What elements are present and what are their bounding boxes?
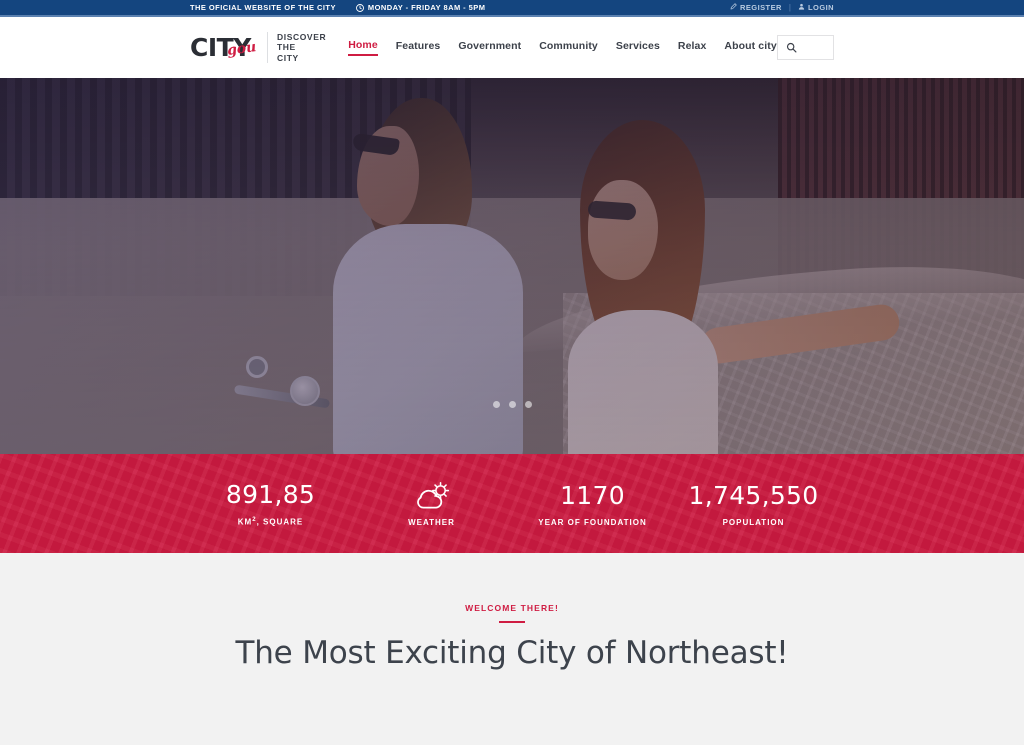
stat-area-label: KM2, SQUARE bbox=[237, 517, 304, 527]
main-navigation: Home Features Government Community Servi… bbox=[348, 39, 777, 56]
top-utility-bar: THE OFICIAL WEBSITE OF THE CITY MONDAY -… bbox=[0, 0, 1024, 17]
nav-item-home[interactable]: Home bbox=[348, 39, 378, 56]
top-bar-inner: THE OFICIAL WEBSITE OF THE CITY MONDAY -… bbox=[0, 0, 1024, 15]
register-link[interactable]: REGISTER bbox=[730, 3, 782, 12]
logo-tagline-line-3: CITY bbox=[277, 52, 299, 63]
top-bar-right-group: REGISTER | LOGIN bbox=[730, 3, 834, 12]
stat-area-value: 891,85 bbox=[225, 480, 316, 510]
logo-script-text: gou bbox=[226, 39, 258, 59]
logo-tagline-line-2: THE bbox=[277, 42, 296, 53]
hero-image bbox=[0, 78, 1024, 454]
nav-item-about-city[interactable]: About city bbox=[724, 40, 776, 55]
stat-population-label: POPULATION bbox=[722, 517, 785, 527]
top-bar-left-group: THE OFICIAL WEBSITE OF THE CITY MONDAY -… bbox=[190, 3, 485, 12]
search-box[interactable] bbox=[776, 35, 834, 60]
official-site-text: THE OFICIAL WEBSITE OF THE CITY bbox=[190, 3, 336, 12]
logo-tagline-line-1: DISCOVER bbox=[277, 31, 327, 42]
logo-mark: CITY gou bbox=[190, 34, 258, 61]
city-stats-band: 891,85 KM2, SQUARE WEATHER 1170 YEAR OF … bbox=[0, 454, 1024, 553]
topbar-separator: | bbox=[788, 3, 791, 12]
weather-cloud-sun-icon bbox=[351, 481, 512, 511]
welcome-divider bbox=[499, 621, 525, 623]
stat-foundation-year-value: 1170 bbox=[560, 480, 625, 510]
hero-overlay-gradient bbox=[0, 78, 1024, 454]
hero-slider-dot-3[interactable] bbox=[524, 401, 532, 408]
stat-weather: WEATHER bbox=[351, 481, 512, 527]
site-logo[interactable]: CITY gou DISCOVER THE CITY bbox=[190, 31, 327, 64]
search-icon[interactable] bbox=[786, 42, 797, 53]
clock-icon bbox=[355, 3, 364, 12]
site-header: CITY gou DISCOVER THE CITY Home Features… bbox=[0, 17, 1024, 78]
stat-area: 891,85 KM2, SQUARE bbox=[190, 480, 351, 527]
user-icon bbox=[798, 3, 805, 12]
nav-item-services[interactable]: Services bbox=[616, 40, 660, 55]
login-label: LOGIN bbox=[808, 3, 834, 12]
nav-item-relax[interactable]: Relax bbox=[678, 40, 707, 55]
hero-slider-dot-2[interactable] bbox=[508, 401, 516, 408]
hero-slider-dots bbox=[0, 401, 1024, 408]
office-hours-text: MONDAY - FRIDAY 8AM - 5PM bbox=[367, 3, 486, 12]
hero-slider-dot-1[interactable] bbox=[492, 401, 500, 408]
stat-population-value: 1,745,550 bbox=[688, 480, 819, 510]
login-link[interactable]: LOGIN bbox=[798, 3, 834, 12]
nav-item-government[interactable]: Government bbox=[458, 40, 521, 55]
logo-tagline: DISCOVER THE CITY bbox=[267, 31, 327, 64]
hero-slider[interactable] bbox=[0, 78, 1024, 454]
welcome-section: WELCOME THERE! The Most Exciting City of… bbox=[0, 553, 1024, 745]
stat-foundation-year: 1170 YEAR OF FOUNDATION bbox=[512, 481, 673, 527]
stats-inner: 891,85 KM2, SQUARE WEATHER 1170 YEAR OF … bbox=[190, 480, 834, 527]
stat-foundation-year-label: YEAR OF FOUNDATION bbox=[538, 517, 647, 527]
stat-weather-label: WEATHER bbox=[408, 517, 455, 527]
register-label: REGISTER bbox=[739, 3, 782, 12]
page-title: The Most Exciting City of Northeast! bbox=[235, 635, 789, 671]
stat-population: 1,745,550 POPULATION bbox=[673, 481, 834, 527]
welcome-kicker: WELCOME THERE! bbox=[465, 603, 559, 613]
office-hours: MONDAY - FRIDAY 8AM - 5PM bbox=[355, 3, 486, 12]
nav-item-features[interactable]: Features bbox=[396, 40, 441, 55]
search-input[interactable] bbox=[801, 42, 825, 53]
nav-item-community[interactable]: Community bbox=[539, 40, 598, 55]
pencil-icon bbox=[730, 3, 737, 12]
